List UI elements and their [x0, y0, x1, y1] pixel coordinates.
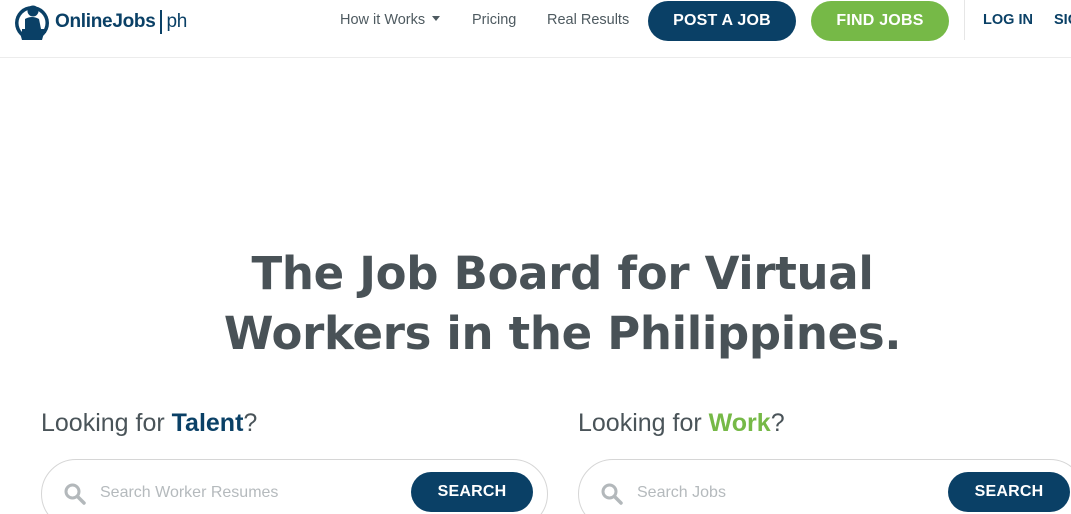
work-search-button[interactable]: SEARCH	[948, 472, 1070, 512]
hero-title-line-1: The Job Board for Virtual	[251, 247, 874, 300]
brand-divider	[160, 10, 163, 34]
worker-silhouette-icon	[15, 5, 49, 40]
signup-link[interactable]: SIGN UP	[1054, 10, 1071, 30]
caret-down-icon	[432, 16, 441, 21]
hero-title-line-2: Workers in the Philippines.	[223, 307, 902, 360]
nav-divider	[964, 0, 965, 40]
brand-wordmark: OnlineJobs ph	[55, 10, 187, 34]
search-icon	[601, 483, 623, 505]
talent-heading-prefix: Looking for	[41, 409, 172, 437]
talent-search-box: SEARCH	[41, 459, 548, 514]
login-link[interactable]: LOG IN	[983, 10, 1033, 30]
work-heading-suffix: ?	[770, 409, 785, 437]
work-search-box: SEARCH	[578, 459, 1071, 514]
site-header: OnlineJobs ph How it Works Pricing Real …	[0, 0, 1071, 58]
brand-name: OnlineJobs	[55, 11, 156, 32]
hero-title: The Job Board for Virtual Workers in the…	[0, 244, 1071, 364]
find-jobs-button[interactable]: FIND JOBS	[811, 1, 949, 41]
nav-how-it-works-label: How it Works	[340, 12, 426, 28]
talent-heading: Looking for Talent?	[41, 409, 257, 438]
post-job-button[interactable]: POST A JOB	[648, 1, 796, 41]
site-logo[interactable]: OnlineJobs ph	[13, 2, 187, 42]
search-icon	[64, 483, 86, 505]
work-heading-prefix: Looking for	[578, 409, 709, 437]
work-heading: Looking for Work?	[578, 409, 785, 438]
brand-suffix: ph	[166, 11, 188, 32]
nav-pricing[interactable]: Pricing	[472, 10, 516, 30]
nav-how-it-works[interactable]: How it Works	[340, 10, 441, 30]
nav-real-results[interactable]: Real Results	[547, 10, 629, 30]
talent-search-button[interactable]: SEARCH	[411, 472, 533, 512]
work-heading-highlight: Work	[708, 409, 771, 437]
talent-heading-highlight: Talent	[171, 409, 244, 437]
talent-heading-suffix: ?	[243, 409, 258, 437]
work-search-input[interactable]	[637, 480, 937, 506]
talent-search-input[interactable]	[100, 480, 400, 506]
